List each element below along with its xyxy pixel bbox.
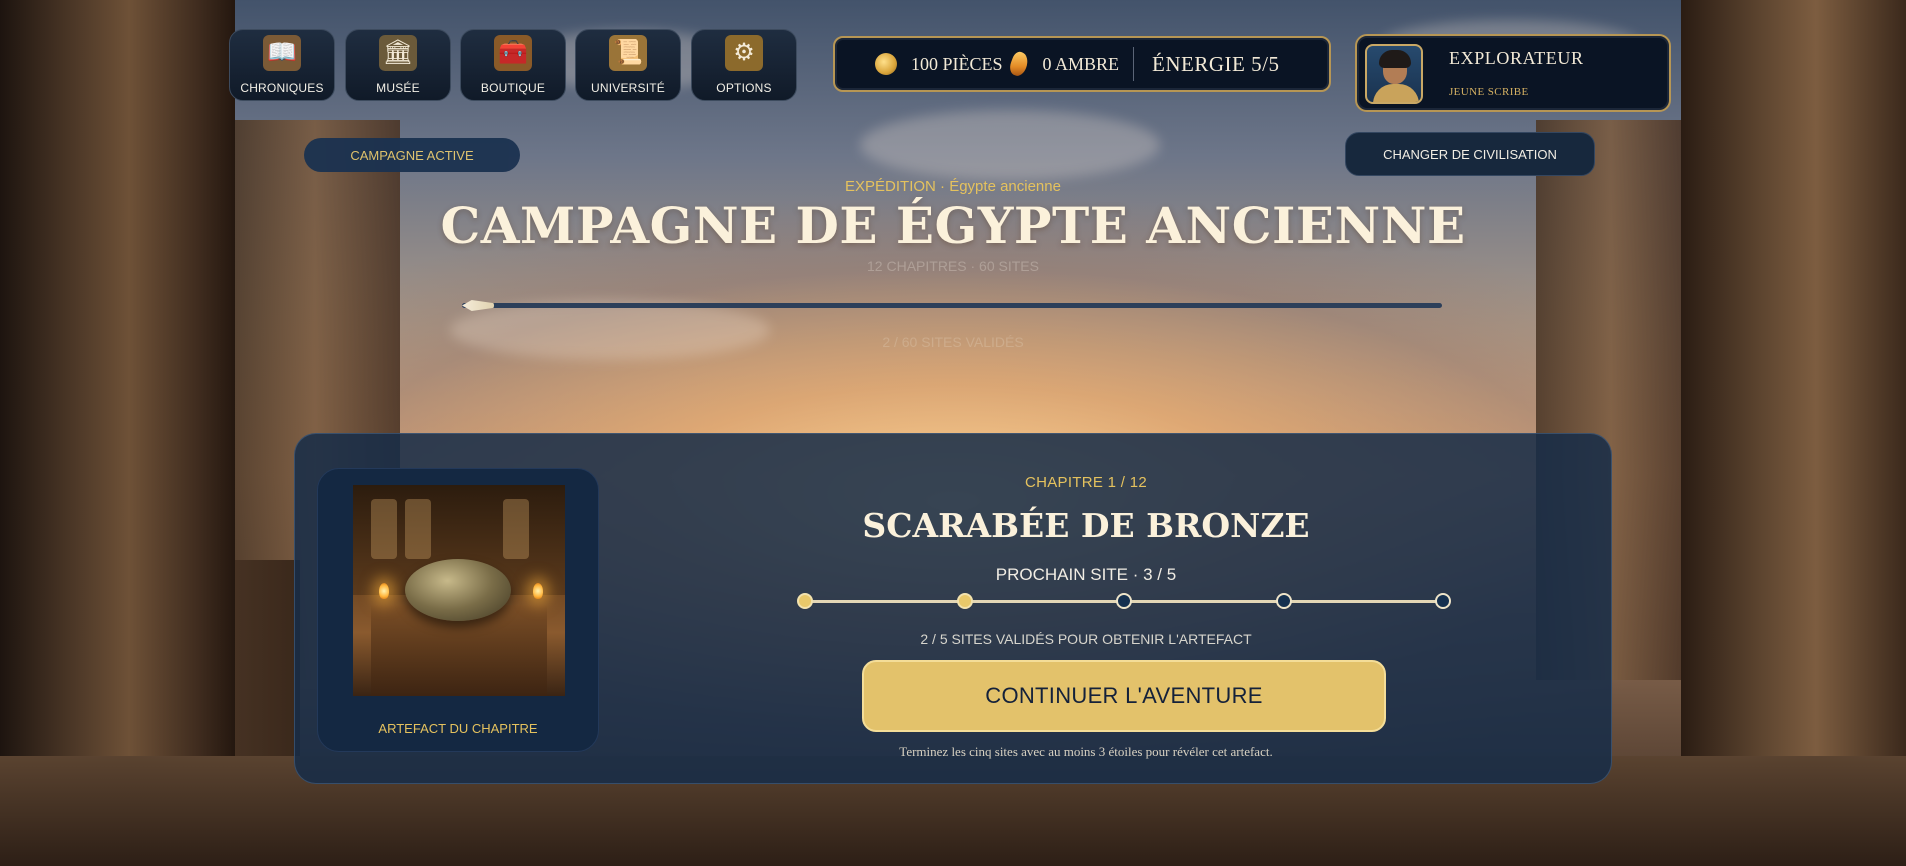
art-hieroglyph [503, 499, 529, 559]
site-node-1[interactable] [797, 593, 813, 609]
nav-label: MUSÉE [376, 81, 420, 95]
expedition-label: EXPÉDITION · Égypte ancienne [845, 178, 1061, 195]
nav-button-options[interactable]: ⚙ OPTIONS [691, 29, 797, 101]
site-node-5[interactable] [1435, 593, 1451, 609]
chapter-index: CHAPITRE 1 / 12 [1024, 474, 1148, 491]
gear-icon: ⚙ [725, 35, 763, 71]
nav-label: CHRONIQUES [240, 81, 324, 95]
left-pillar [0, 0, 235, 866]
museum-building-icon: 🏛 [379, 35, 417, 71]
site-node-2[interactable] [956, 593, 973, 609]
art-hieroglyph [371, 499, 397, 559]
coins-count: 100 PIÈCES [911, 53, 1003, 74]
nav-label: UNIVERSITÉ [590, 81, 665, 95]
art-hieroglyph [405, 499, 431, 559]
scarab-icon [405, 559, 511, 621]
avatar-body [1373, 84, 1419, 102]
validated-sites-text: 2 / 5 SITES VALIDÉS POUR OBTENIR L'ARTEF… [920, 631, 1252, 647]
amber-count: 0 AMBRE [1042, 53, 1120, 74]
profile-name: EXPLORATEUR [1449, 48, 1584, 68]
bronze-scarab-artifact-image [353, 485, 565, 696]
energy-count: ÉNERGIE 5/5 [1152, 51, 1280, 76]
campaign-subtitle: 12 CHAPITRES · 60 SITES [867, 258, 1039, 274]
amber-gem-icon [1006, 49, 1031, 79]
profile-card[interactable]: EXPLORATEUR JEUNE SCRIBE [1355, 34, 1671, 112]
candle-flame [379, 583, 389, 599]
nav-button-chroniques[interactable]: 📖 CHRONIQUES [229, 29, 335, 101]
explorer-avatar [1365, 44, 1423, 104]
campaign-progress-bar [462, 300, 1442, 311]
chronicles-book-icon: 📖 [263, 35, 301, 71]
change-civilization-button[interactable]: CHANGER DE CIVILISATION [1345, 132, 1595, 176]
avatar-hair [1379, 50, 1411, 68]
divider [1133, 47, 1135, 81]
site-node-3[interactable] [1116, 593, 1132, 609]
site-node-4[interactable] [1275, 593, 1292, 609]
treasure-chest-icon: 🧰 [494, 35, 532, 71]
nav-label: BOUTIQUE [480, 81, 546, 95]
active-campaign-badge: CAMPAGNE ACTIVE [304, 138, 520, 172]
nav-button-musée[interactable]: 🏛 MUSÉE [345, 29, 451, 101]
candle-flame [533, 583, 543, 599]
artifact-label: ARTEFACT DU CHAPITRE [378, 721, 538, 736]
chapter-title: SCARABÉE DE BRONZE [862, 506, 1310, 545]
next-site-label: PROCHAIN SITE · 3 / 5 [995, 565, 1177, 584]
profile-rank: JEUNE SCRIBE [1449, 86, 1529, 98]
gold-coin-icon [875, 53, 897, 75]
nav-button-boutique[interactable]: 🧰 BOUTIQUE [460, 29, 566, 101]
page-title: CAMPAGNE DE ÉGYPTE ANCIENNE [440, 196, 1466, 255]
right-pillar [1681, 0, 1906, 866]
scroll-map-icon: 📜 [609, 35, 647, 71]
artifact-hint: Terminez les cinq sites avec au moins 3 … [899, 744, 1273, 759]
continue-adventure-button[interactable]: CONTINUER L'AVENTURE [862, 660, 1386, 732]
nav-button-université[interactable]: 📜 UNIVERSITÉ [575, 29, 681, 101]
sites-progress-text: 2 / 60 SITES VALIDÉS [882, 334, 1024, 350]
chapter-panel: ARTEFACT DU CHAPITRE CHAPITRE 1 / 12 SCA… [294, 433, 1612, 784]
artifact-card[interactable]: ARTEFACT DU CHAPITRE [317, 468, 599, 752]
nav-label: OPTIONS [716, 81, 772, 95]
cloud [860, 110, 1160, 180]
cloud [450, 300, 770, 360]
resource-bar: 100 PIÈCES 0 AMBRE ÉNERGIE 5/5 [833, 36, 1331, 92]
